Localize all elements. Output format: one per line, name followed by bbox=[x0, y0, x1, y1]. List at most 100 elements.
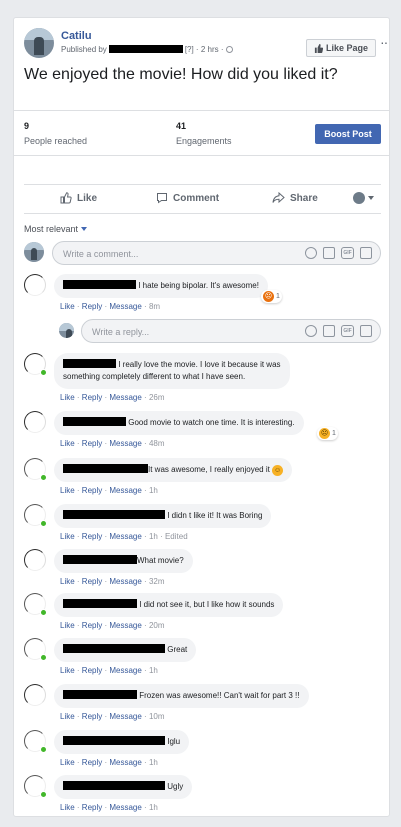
share-button[interactable]: Share bbox=[272, 192, 318, 204]
comment-message-link[interactable]: Message bbox=[109, 803, 141, 812]
comment-like-link[interactable]: Like bbox=[60, 666, 75, 675]
comment-like-link[interactable]: Like bbox=[60, 486, 75, 495]
comment-like-link[interactable]: Like bbox=[60, 803, 75, 812]
comment-bubble: I hate being bipolar. It's awesome! bbox=[54, 274, 268, 298]
comment-reply-link[interactable]: Reply bbox=[82, 486, 102, 495]
comment-avatar[interactable] bbox=[24, 411, 46, 433]
comment-like-link[interactable]: Like bbox=[60, 577, 75, 586]
online-indicator bbox=[40, 369, 47, 376]
comment-text: Good movie to watch one time. It is inte… bbox=[128, 418, 295, 427]
comment-text: I hate being bipolar. It's awesome! bbox=[138, 281, 259, 290]
comment-meta: Like · Reply · Message · 1h bbox=[60, 803, 158, 812]
gif-icon[interactable]: GIF bbox=[341, 247, 354, 259]
comment-meta: Like · Reply · Message · 32m bbox=[60, 577, 165, 586]
comment-time: 1h bbox=[148, 486, 158, 495]
comment-like-link[interactable]: Like bbox=[60, 712, 75, 721]
share-label: Share bbox=[290, 192, 318, 204]
sort-dropdown[interactable]: Most relevant bbox=[24, 224, 88, 234]
comment-text-line2: something completely different to what I… bbox=[63, 372, 246, 381]
comment-meta: Like · Reply · Message · 48m bbox=[60, 439, 165, 448]
page-name[interactable]: Catilu bbox=[61, 30, 92, 42]
comment-message-link[interactable]: Message bbox=[109, 712, 141, 721]
comment-message-link[interactable]: Message bbox=[109, 439, 141, 448]
post-card: Catilu Published by [?] · 2 hrs · Like Pa… bbox=[13, 17, 390, 817]
comment-time: 20m bbox=[148, 621, 165, 630]
post-text: We enjoyed the movie! How did you liked … bbox=[24, 66, 338, 83]
emoji-icon[interactable] bbox=[305, 247, 317, 259]
camera-icon[interactable] bbox=[323, 247, 335, 259]
like-page-button[interactable]: Like Page bbox=[306, 39, 376, 57]
comment-button[interactable]: Comment bbox=[156, 192, 219, 204]
comment-avatar[interactable] bbox=[24, 549, 46, 571]
comment-time: 1h bbox=[148, 758, 158, 767]
comment-message-link[interactable]: Message bbox=[109, 577, 141, 586]
comment-like-link[interactable]: Like bbox=[60, 393, 75, 402]
comment-reply-link[interactable]: Reply bbox=[82, 621, 102, 630]
comment-meta: Like · Reply · Message · 1h bbox=[60, 666, 158, 675]
redacted-name bbox=[63, 736, 165, 745]
comment-reply-link[interactable]: Reply bbox=[82, 393, 102, 402]
more-options-icon[interactable]: ··· bbox=[380, 34, 389, 50]
reply-input[interactable]: Write a reply... GIF bbox=[81, 319, 381, 343]
comment-message-link[interactable]: Message bbox=[109, 532, 141, 541]
comment-like-link[interactable]: Like bbox=[60, 302, 75, 311]
boost-post-button[interactable]: Boost Post bbox=[315, 124, 381, 144]
comment-reply-link[interactable]: Reply bbox=[82, 666, 102, 675]
sad-reaction-icon: ☹ bbox=[319, 428, 330, 439]
comment-meta: Like · Reply · Message · 26m bbox=[60, 393, 165, 402]
comment-message-link[interactable]: Message bbox=[109, 758, 141, 767]
comment-reply-link[interactable]: Reply bbox=[82, 302, 102, 311]
reaction-badge[interactable]: ☹ 1 bbox=[317, 427, 338, 440]
comment-meta: Like · Reply · Message · 10m bbox=[60, 712, 165, 721]
comment-avatar[interactable] bbox=[24, 274, 46, 296]
page-avatar[interactable] bbox=[24, 28, 54, 58]
comment-bubble: Good movie to watch one time. It is inte… bbox=[54, 411, 304, 435]
redacted-name bbox=[63, 690, 137, 699]
comment-time: 8m bbox=[148, 302, 161, 311]
comment-bubble: Frozen was awesome!! Can't wait for part… bbox=[54, 684, 309, 708]
post-stats: 9 People reached 41 Engagements Boost Po… bbox=[14, 110, 389, 156]
comment-text: Great bbox=[167, 645, 188, 654]
comment-input[interactable]: Write a comment... GIF bbox=[52, 241, 381, 265]
comment-like-link[interactable]: Like bbox=[60, 621, 75, 630]
input-icons: GIF bbox=[305, 247, 372, 259]
like-label: Like bbox=[77, 192, 98, 204]
emoji-icon[interactable] bbox=[305, 325, 317, 337]
comment-reply-link[interactable]: Reply bbox=[82, 439, 102, 448]
sticker-icon[interactable] bbox=[360, 325, 372, 337]
comment-reply-link[interactable]: Reply bbox=[82, 712, 102, 721]
chevron-down-icon bbox=[81, 227, 88, 231]
like-button[interactable]: Like bbox=[60, 192, 97, 204]
camera-icon[interactable] bbox=[323, 325, 335, 337]
comment-message-link[interactable]: Message bbox=[109, 621, 141, 630]
gif-icon[interactable]: GIF bbox=[341, 325, 354, 337]
comment-message-link[interactable]: Message bbox=[109, 393, 141, 402]
redacted-author bbox=[108, 45, 183, 53]
sticker-icon[interactable] bbox=[360, 247, 372, 259]
comment-like-link[interactable]: Like bbox=[60, 758, 75, 767]
input-icons: GIF bbox=[305, 325, 372, 337]
comment-meta: Like · Reply · Message · 8m bbox=[60, 302, 161, 311]
angry-reaction-icon: ☹ bbox=[263, 291, 274, 302]
comment-reply-link[interactable]: Reply bbox=[82, 532, 102, 541]
reaction-badge[interactable]: ☹ 1 bbox=[261, 290, 282, 303]
comment-reply-link[interactable]: Reply bbox=[82, 803, 102, 812]
comment-text: Frozen was awesome!! Can't wait for part… bbox=[139, 691, 300, 700]
comment-text: I really love the movie. I love it becau… bbox=[118, 360, 281, 369]
comment-avatar[interactable] bbox=[24, 684, 46, 706]
comment-message-link[interactable]: Message bbox=[109, 302, 141, 311]
comment-like-link[interactable]: Like bbox=[60, 439, 75, 448]
post-actions: Like Comment Share bbox=[24, 184, 381, 214]
comment-message-link[interactable]: Message bbox=[109, 666, 141, 675]
comment-reply-link[interactable]: Reply bbox=[82, 758, 102, 767]
comment-reply-link[interactable]: Reply bbox=[82, 577, 102, 586]
redacted-name bbox=[63, 555, 137, 564]
replier-avatar bbox=[59, 323, 74, 338]
comment-time: 1h bbox=[148, 532, 158, 541]
comment-like-link[interactable]: Like bbox=[60, 532, 75, 541]
comment-label: Comment bbox=[173, 192, 220, 204]
comment-icon bbox=[157, 193, 167, 204]
comment-message-link[interactable]: Message bbox=[109, 486, 141, 495]
viewer-selector[interactable] bbox=[353, 192, 374, 204]
comment-text: What movie? bbox=[137, 556, 184, 565]
